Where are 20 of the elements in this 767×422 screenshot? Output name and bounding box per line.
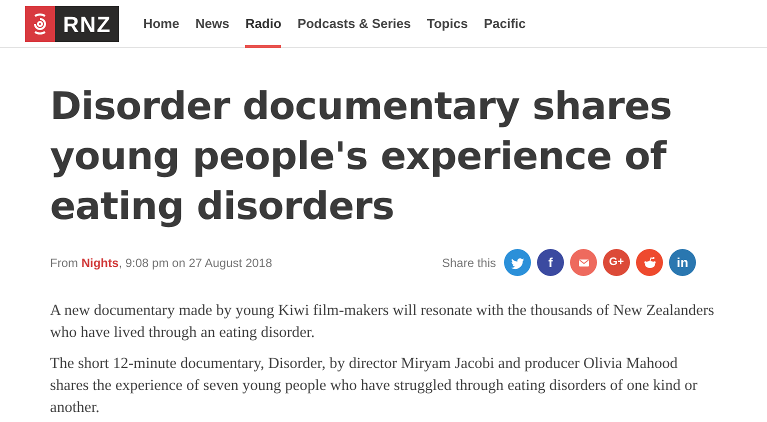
article-paragraph: The short 12-minute documentary, Disorder, by director Miryam Jacobi and producer Olivia Mahood shares the experience of seven young people who have struggled through eating disorders of one kind or another. <box>50 354 698 418</box>
share-button[interactable] <box>636 249 663 276</box>
byline: From Nights, 9:08 pm on 27 August 2018 <box>50 254 272 272</box>
nav-link[interactable]: Home <box>143 0 180 48</box>
share-button[interactable] <box>504 249 531 276</box>
share-button[interactable] <box>570 249 597 276</box>
nav-link[interactable]: Podcasts & Series <box>297 0 411 48</box>
share-button[interactable]: in <box>669 249 696 276</box>
program-link[interactable]: Nights <box>81 256 119 270</box>
share-label: Share this <box>442 254 496 272</box>
nav-link[interactable]: News <box>195 0 230 48</box>
logo-icon <box>32 12 48 36</box>
nav-link[interactable]: Pacific <box>484 0 526 48</box>
share-button[interactable]: G+ <box>603 249 630 276</box>
alien-face-icon <box>642 254 658 270</box>
article-paragraph: A new documentary made by young Kiwi film-makers will resonate with the thousands of New Zealanders who have lived through an eating disorder. <box>50 301 716 343</box>
nav-link[interactable]: Topics <box>426 0 468 48</box>
article-headline: Disorder documentary shares young people's experience of eating disorders <box>50 83 673 230</box>
nav-link[interactable]: Radio <box>245 0 282 48</box>
share-button[interactable]: f <box>537 249 564 276</box>
